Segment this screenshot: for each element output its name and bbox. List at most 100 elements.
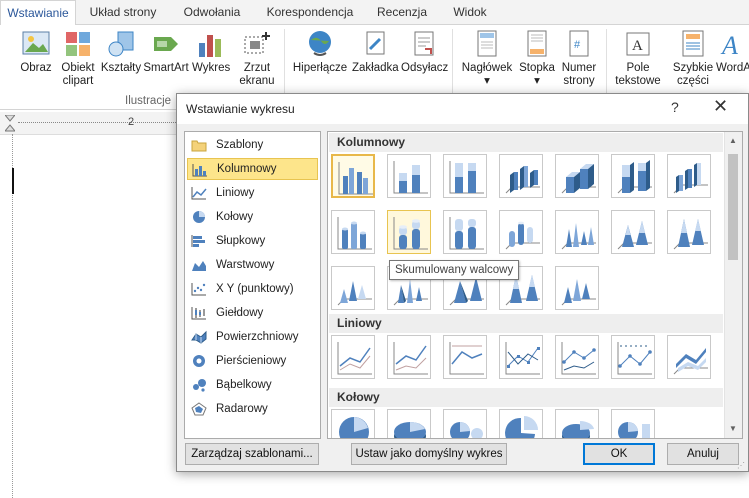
chart-type-clustered-cylinder[interactable] bbox=[331, 210, 375, 254]
textbox-icon: A bbox=[623, 29, 653, 59]
shapes-button[interactable]: Kształty bbox=[100, 29, 142, 75]
bookmark-button[interactable]: Zakładka bbox=[352, 29, 399, 75]
textbox-button[interactable]: A Pole tekstowe bbox=[612, 29, 664, 88]
chart-type-pie-of-pie[interactable] bbox=[443, 409, 487, 438]
chart-type-3d-100-stacked-column[interactable] bbox=[611, 154, 655, 198]
pie-chart-icon bbox=[193, 211, 205, 223]
chart-type-pie[interactable] bbox=[331, 409, 375, 438]
tab-wstawianie[interactable]: Wstawianie bbox=[0, 0, 76, 26]
category-scatter[interactable]: X Y (punktowy) bbox=[187, 278, 316, 300]
category-bar[interactable]: Słupkowy bbox=[187, 230, 316, 252]
group-label-illustrations: Ilustracje bbox=[125, 95, 172, 107]
page-number-button[interactable]: # Numer strony bbox=[558, 29, 600, 88]
scatter-chart-icon bbox=[191, 283, 206, 296]
set-default-chart-button[interactable]: Ustaw jako domyślny wykres bbox=[351, 443, 507, 465]
picture-button[interactable]: Obraz bbox=[18, 29, 54, 75]
clipart-button[interactable]: Obiekt clipart bbox=[58, 29, 98, 88]
indent-marker-icon[interactable] bbox=[5, 115, 15, 133]
chart-icon bbox=[196, 29, 226, 59]
chart-type-3d-line[interactable] bbox=[667, 335, 711, 379]
tab-odwolania[interactable]: Odwołania bbox=[172, 0, 252, 24]
chart-type-3d-exploded-pie[interactable] bbox=[555, 409, 599, 438]
ok-button[interactable]: OK bbox=[583, 443, 655, 465]
quick-parts-button[interactable]: Szybkie części bbox=[668, 29, 718, 88]
chart-type-3d-clustered-column[interactable] bbox=[499, 154, 543, 198]
chart-type-3d-column[interactable] bbox=[667, 154, 711, 198]
chart-type-bar-of-pie[interactable] bbox=[611, 409, 655, 438]
header-button[interactable]: Nagłówek ▾ bbox=[458, 29, 516, 88]
help-button[interactable]: ? bbox=[671, 99, 679, 115]
tab-recenzja[interactable]: Recenzja bbox=[368, 0, 436, 24]
surface-chart-icon bbox=[191, 330, 207, 344]
section-header-line: Liniowy bbox=[329, 314, 723, 333]
chart-type-100-stacked-line[interactable] bbox=[443, 335, 487, 379]
chart-type-stacked-column[interactable] bbox=[387, 154, 431, 198]
category-radar[interactable]: Radarowy bbox=[187, 398, 316, 420]
bookmark-icon bbox=[360, 29, 390, 59]
chart-type-3d-pie[interactable] bbox=[387, 409, 431, 438]
close-button[interactable]: ✕ bbox=[713, 96, 728, 117]
scrollbar-thumb[interactable] bbox=[728, 154, 738, 260]
chart-type-3d-pyramid[interactable] bbox=[555, 266, 599, 310]
picture-icon bbox=[21, 29, 51, 59]
chart-type-100-stacked-column[interactable] bbox=[443, 154, 487, 198]
category-templates[interactable]: Szablony bbox=[187, 134, 316, 156]
doughnut-chart-icon bbox=[193, 355, 205, 367]
chart-type-clustered-cone[interactable] bbox=[555, 210, 599, 254]
tab-uklad-strony[interactable]: Układ strony bbox=[80, 0, 166, 24]
horizontal-ruler: 2 bbox=[0, 112, 180, 135]
cancel-button[interactable]: Anuluj bbox=[667, 443, 739, 465]
chart-type-clustered-column[interactable] bbox=[331, 154, 375, 198]
chart-type-stacked-line[interactable] bbox=[387, 335, 431, 379]
category-stock[interactable]: Giełdowy bbox=[187, 302, 316, 324]
chart-type-exploded-pie[interactable] bbox=[499, 409, 543, 438]
chart-type-3d-cylinder[interactable] bbox=[499, 210, 543, 254]
category-area[interactable]: Warstwowy bbox=[187, 254, 316, 276]
chart-type-100-stacked-line-with-markers[interactable] bbox=[611, 335, 655, 379]
category-bubble[interactable]: Bąbelkowy bbox=[187, 374, 316, 396]
cross-reference-button[interactable]: Odsyłacz bbox=[401, 29, 448, 75]
ruler-ticks bbox=[18, 122, 178, 124]
gallery-scrollbar[interactable]: ▲ ▼ bbox=[724, 132, 742, 438]
chart-type-line-with-markers[interactable] bbox=[499, 335, 543, 379]
chart-type-3d-stacked-column[interactable] bbox=[555, 154, 599, 198]
hyperlink-button[interactable]: Hiperłącze bbox=[291, 29, 349, 75]
resize-grip-icon[interactable]: ⋰ bbox=[737, 461, 745, 470]
column-chart-icon bbox=[192, 164, 207, 177]
header-icon bbox=[472, 29, 502, 59]
category-surface[interactable]: Powierzchniowy bbox=[187, 326, 316, 348]
scroll-up-icon[interactable]: ▲ bbox=[729, 136, 737, 145]
screenshot-button[interactable]: Zrzut ekranu bbox=[235, 29, 279, 88]
chart-type-stacked-line-with-markers[interactable] bbox=[555, 335, 599, 379]
wordart-button[interactable]: A WordA bbox=[716, 29, 749, 75]
chart-type-100-stacked-cone[interactable] bbox=[667, 210, 711, 254]
chart-button[interactable]: Wykres bbox=[192, 29, 230, 75]
chart-type-3d-cone[interactable] bbox=[331, 266, 375, 310]
category-line[interactable]: Liniowy bbox=[187, 182, 316, 204]
radar-chart-icon bbox=[191, 402, 207, 416]
tab-korespondencja[interactable]: Korespondencja bbox=[260, 0, 360, 24]
svg-text:A: A bbox=[632, 38, 643, 54]
hyperlink-icon bbox=[305, 29, 335, 59]
dialog-title-bar: Wstawianie wykresu ? ✕ bbox=[177, 94, 748, 124]
section-header-column: Kolumnowy bbox=[329, 133, 723, 152]
quick-parts-icon bbox=[678, 29, 708, 59]
category-doughnut[interactable]: Pierścieniowy bbox=[187, 350, 316, 372]
svg-text:A: A bbox=[720, 31, 738, 59]
bar-chart-icon bbox=[191, 235, 205, 247]
chart-type-100-stacked-cylinder[interactable] bbox=[443, 210, 487, 254]
ribbon-separator bbox=[452, 29, 453, 101]
manage-templates-button[interactable]: Zarządzaj szablonami... bbox=[185, 443, 319, 465]
category-pie[interactable]: Kołowy bbox=[187, 206, 316, 228]
chart-type-stacked-cylinder[interactable] bbox=[387, 210, 431, 254]
smartart-button[interactable]: SmartArt bbox=[143, 29, 189, 75]
stock-chart-icon bbox=[191, 307, 206, 320]
tab-widok[interactable]: Widok bbox=[444, 0, 496, 24]
clipart-icon bbox=[63, 29, 93, 59]
category-column[interactable]: Kolumnowy bbox=[187, 158, 318, 180]
scroll-down-icon[interactable]: ▼ bbox=[729, 424, 737, 433]
chart-type-stacked-cone[interactable] bbox=[611, 210, 655, 254]
chart-type-line[interactable] bbox=[331, 335, 375, 379]
footer-button[interactable]: Stopka ▾ bbox=[516, 29, 558, 88]
text-cursor bbox=[12, 168, 14, 194]
